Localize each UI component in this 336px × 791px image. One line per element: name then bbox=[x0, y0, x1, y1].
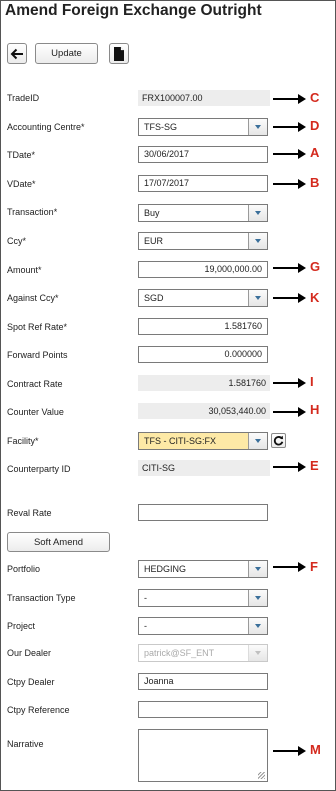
chevron-down-icon[interactable] bbox=[248, 561, 267, 577]
portfolio-select[interactable]: HEDGING bbox=[138, 560, 268, 578]
facility-refresh-button[interactable] bbox=[271, 433, 286, 448]
vdate-input[interactable]: 17/07/2017 bbox=[138, 175, 268, 192]
ctpy-dealer-input[interactable]: Joanna bbox=[138, 673, 268, 690]
back-button[interactable] bbox=[7, 43, 27, 64]
annotation-label-i: I bbox=[310, 374, 314, 389]
facility-select[interactable]: TFS - CITI-SG:FX bbox=[138, 432, 268, 450]
narrative-textarea[interactable] bbox=[138, 729, 268, 782]
annotation-label-m: M bbox=[310, 742, 321, 757]
tdate-label: TDate* bbox=[7, 150, 36, 160]
narrative-label: Narrative bbox=[7, 739, 44, 749]
ctpy-dealer-label: Ctpy Dealer bbox=[7, 677, 55, 687]
annotation-label-k: K bbox=[310, 290, 320, 305]
transaction-type-select[interactable]: - bbox=[138, 589, 268, 607]
spot-ref-rate-input[interactable]: 1.581760 bbox=[138, 318, 268, 335]
transaction-label: Transaction* bbox=[7, 207, 58, 217]
chevron-down-icon[interactable] bbox=[248, 618, 267, 634]
annotation-label-e: E bbox=[310, 458, 319, 473]
tdate-input[interactable]: 30/06/2017 bbox=[138, 146, 268, 163]
project-label: Project bbox=[7, 621, 36, 631]
counterparty-id-label: Counterparty ID bbox=[7, 464, 71, 474]
document-button[interactable] bbox=[109, 43, 129, 64]
forward-points-label: Forward Points bbox=[7, 350, 68, 360]
accounting-centre-select[interactable]: TFS-SG bbox=[138, 118, 268, 136]
transaction-select[interactable]: Buy bbox=[138, 204, 268, 222]
annotation-label-c: C bbox=[310, 90, 320, 105]
project-select[interactable]: - bbox=[138, 617, 268, 635]
trade-id-value: FRX100007.00 bbox=[138, 90, 270, 106]
annotation-arrow-a bbox=[273, 149, 306, 159]
chevron-down-icon[interactable] bbox=[248, 590, 267, 606]
portfolio-label: Portfolio bbox=[7, 564, 41, 574]
annotation-label-h: H bbox=[310, 402, 320, 417]
annotation-arrow-g bbox=[273, 263, 306, 273]
spot-ref-rate-label: Spot Ref Rate* bbox=[7, 322, 68, 332]
ccy-value: EUR bbox=[144, 236, 164, 246]
chevron-down-icon[interactable] bbox=[248, 119, 267, 135]
annotation-label-a: A bbox=[310, 145, 320, 160]
accounting-centre-label: Accounting Centre* bbox=[7, 122, 85, 132]
annotation-arrow-d bbox=[273, 122, 306, 132]
reval-rate-label: Reval Rate bbox=[7, 508, 52, 518]
transaction-value: Buy bbox=[144, 208, 160, 218]
vdate-label: VDate* bbox=[7, 179, 36, 189]
page-title: Amend Foreign Exchange Outright bbox=[5, 2, 262, 19]
against-ccy-value: SGD bbox=[144, 293, 164, 303]
amount-input[interactable]: 19,000,000.00 bbox=[138, 261, 268, 278]
against-ccy-select[interactable]: SGD bbox=[138, 289, 268, 307]
chevron-down-icon[interactable] bbox=[248, 290, 267, 306]
project-value: - bbox=[144, 621, 147, 631]
annotation-arrow-e bbox=[273, 462, 306, 472]
amount-label: Amount* bbox=[7, 265, 42, 275]
annotation-arrow-f bbox=[273, 562, 306, 572]
amend-fx-outright-panel: Amend Foreign Exchange Outright Update T… bbox=[0, 0, 336, 791]
document-icon bbox=[114, 46, 124, 61]
transaction-type-label: Transaction Type bbox=[7, 593, 76, 603]
refresh-icon bbox=[273, 435, 284, 446]
ccy-select[interactable]: EUR bbox=[138, 232, 268, 250]
annotation-label-g: G bbox=[310, 259, 321, 274]
ccy-label: Ccy* bbox=[7, 236, 27, 246]
annotation-arrow-h bbox=[273, 407, 306, 417]
contract-rate-label: Contract Rate bbox=[7, 379, 63, 389]
annotation-arrow-m bbox=[273, 746, 306, 756]
chevron-down-icon bbox=[248, 645, 267, 661]
contract-rate-value: 1.581760 bbox=[138, 375, 270, 391]
ctpy-reference-input[interactable] bbox=[138, 701, 268, 718]
facility-label: Facility* bbox=[7, 436, 39, 446]
counter-value-label: Counter Value bbox=[7, 407, 64, 417]
chevron-down-icon[interactable] bbox=[248, 433, 267, 449]
arrow-left-icon bbox=[10, 48, 23, 59]
accounting-centre-value: TFS-SG bbox=[144, 122, 177, 132]
chevron-down-icon[interactable] bbox=[248, 205, 267, 221]
counterparty-id-value: CITI-SG bbox=[138, 460, 270, 476]
counter-value-value: 30,053,440.00 bbox=[138, 403, 270, 419]
against-ccy-label: Against Ccy* bbox=[7, 293, 59, 303]
reval-rate-input[interactable] bbox=[138, 504, 268, 521]
facility-value: TFS - CITI-SG:FX bbox=[144, 436, 216, 446]
annotation-arrow-k bbox=[273, 293, 306, 303]
update-button[interactable]: Update bbox=[35, 43, 98, 64]
annotation-label-f: F bbox=[310, 559, 318, 574]
our-dealer-value: patrick@SF_ENT bbox=[144, 648, 215, 658]
trade-id-label: TradeID bbox=[7, 93, 40, 103]
soft-amend-button[interactable]: Soft Amend bbox=[7, 532, 110, 552]
resize-handle-icon[interactable] bbox=[258, 772, 265, 779]
transaction-type-value: - bbox=[144, 593, 147, 603]
portfolio-value: HEDGING bbox=[144, 564, 187, 574]
our-dealer-label: Our Dealer bbox=[7, 648, 52, 658]
annotation-arrow-c bbox=[273, 94, 306, 104]
our-dealer-select: patrick@SF_ENT bbox=[138, 644, 268, 662]
annotation-label-d: D bbox=[310, 118, 320, 133]
ctpy-reference-label: Ctpy Reference bbox=[7, 705, 70, 715]
forward-points-input[interactable]: 0.000000 bbox=[138, 346, 268, 363]
annotation-arrow-i bbox=[273, 378, 306, 388]
annotation-label-b: B bbox=[310, 175, 320, 190]
chevron-down-icon[interactable] bbox=[248, 233, 267, 249]
annotation-arrow-b bbox=[273, 179, 306, 189]
